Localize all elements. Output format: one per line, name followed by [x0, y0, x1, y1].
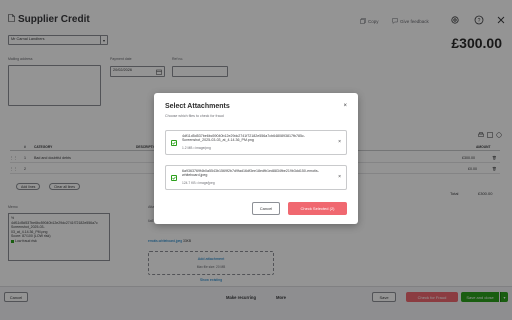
- file-item[interactable]: 4df11d5d537be6bc59040b12e29dc2741f72182e…: [165, 130, 347, 155]
- dialog-cancel-button[interactable]: Cancel: [252, 202, 280, 215]
- file-checkbox[interactable]: [171, 140, 177, 146]
- remove-file-icon[interactable]: ×: [338, 174, 341, 180]
- file-name: 6a9363769f4b0a5543b1569f2b7d9fad16df3ee1…: [182, 169, 319, 178]
- check-icon: [172, 176, 176, 180]
- file-checkbox[interactable]: [171, 175, 177, 181]
- file-name: 4df11d5d537be6bc59040b12e29dc2741f72182e…: [182, 134, 306, 143]
- check-icon: [172, 141, 176, 145]
- dialog-title: Select Attachments: [165, 103, 230, 110]
- dialog-subtitle: Choose which files to check for fraud: [165, 114, 224, 118]
- select-attachments-dialog: Select Attachments × Choose which files …: [154, 93, 358, 224]
- file-item[interactable]: 6a9363769f4b0a5543b1569f2b7d9fad16df3ee1…: [165, 165, 347, 190]
- close-icon[interactable]: ×: [343, 103, 347, 109]
- remove-file-icon[interactable]: ×: [338, 139, 341, 145]
- check-selected-button[interactable]: Check Selected (2): [288, 202, 347, 215]
- file-meta: 1.2 MB • image/png: [182, 146, 211, 150]
- file-meta: 124.7 KB • image/jpeg: [182, 181, 215, 185]
